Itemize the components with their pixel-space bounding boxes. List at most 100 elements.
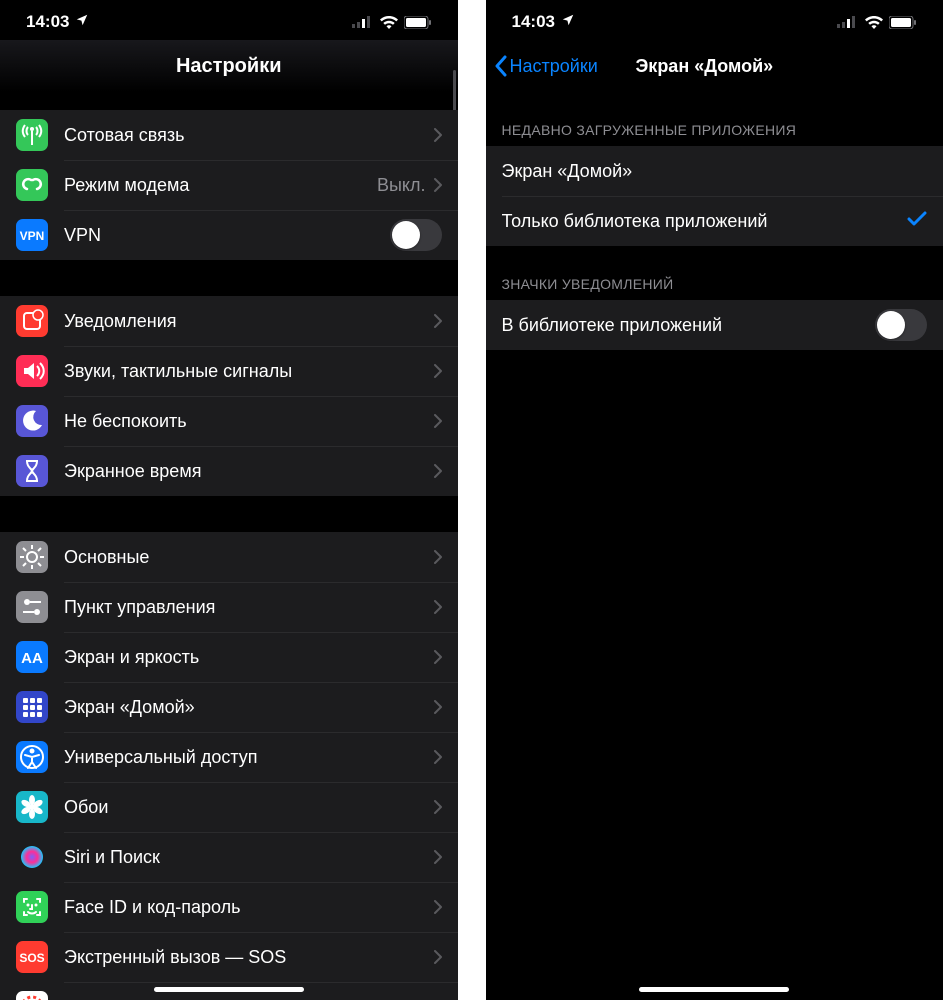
- phone-homescreen-settings: 14:03 Настройки Экран «Домой» НЕДАВНО ЗА…: [486, 0, 943, 1000]
- phone-settings: 14:03 Настройки Сотовая связь: [0, 0, 458, 1000]
- hourglass-icon: [16, 455, 48, 487]
- svg-text:AA: AA: [21, 650, 43, 667]
- chevron-right-icon: [434, 900, 442, 914]
- row-label: Экранное время: [64, 461, 434, 482]
- status-time: 14:03: [26, 12, 69, 32]
- wifi-icon: [380, 16, 398, 29]
- status-bar: 14:03: [486, 0, 943, 40]
- row-detail: Выкл.: [377, 175, 426, 196]
- chevron-right-icon: [434, 850, 442, 864]
- row-label: Обои: [64, 797, 434, 818]
- settings-row-controlcenter[interactable]: Пункт управления: [0, 582, 458, 632]
- home-indicator[interactable]: [639, 987, 789, 992]
- settings-row-display[interactable]: AA Экран и яркость: [0, 632, 458, 682]
- back-label: Настройки: [510, 56, 598, 77]
- svg-text:SOS: SOS: [19, 951, 44, 965]
- row-label: Face ID и код-пароль: [64, 897, 434, 918]
- section-header: ЗНАЧКИ УВЕДОМЛЕНИЙ: [486, 246, 943, 300]
- section-header: НЕДАВНО ЗАГРУЖЕННЫЕ ПРИЛОЖЕНИЯ: [486, 92, 943, 146]
- aa-icon: AA: [16, 641, 48, 673]
- chevron-right-icon: [434, 600, 442, 614]
- back-button[interactable]: Настройки: [494, 55, 598, 77]
- status-bar: 14:03: [0, 0, 458, 40]
- settings-row-wallpaper[interactable]: Обои: [0, 782, 458, 832]
- settings-row-homescreen[interactable]: Экран «Домой»: [0, 682, 458, 732]
- toggle-switch[interactable]: [390, 219, 442, 251]
- wifi-icon: [865, 16, 883, 29]
- settings-row-siri[interactable]: Siri и Поиск: [0, 832, 458, 882]
- row-label: Режим модема: [64, 175, 377, 196]
- nav-bar: Настройки: [0, 40, 458, 92]
- row-label: Звуки, тактильные сигналы: [64, 361, 434, 382]
- chevron-right-icon: [434, 550, 442, 564]
- moon-icon: [16, 405, 48, 437]
- sos-icon: SOS: [16, 941, 48, 973]
- row-label: Siri и Поиск: [64, 847, 434, 868]
- status-time: 14:03: [512, 12, 555, 32]
- chevron-right-icon: [434, 128, 442, 142]
- siri-icon: [16, 841, 48, 873]
- row-label: Экран и яркость: [64, 647, 434, 668]
- row-label: В библиотеке приложений: [502, 315, 876, 336]
- settings-row-cellular[interactable]: Сотовая связь: [0, 110, 458, 160]
- checkmark-icon: [907, 211, 927, 232]
- row-label: Только библиотека приложений: [502, 211, 908, 232]
- signal-icon: [352, 16, 374, 28]
- chevron-right-icon: [434, 314, 442, 328]
- chevron-right-icon: [434, 800, 442, 814]
- svg-text:VPN: VPN: [20, 229, 45, 243]
- option-row-opt-library[interactable]: Только библиотека приложений: [486, 196, 943, 246]
- chevron-right-icon: [434, 178, 442, 192]
- flower-icon: [16, 791, 48, 823]
- vpn-icon: VPN: [16, 219, 48, 251]
- location-icon: [75, 12, 89, 32]
- chevron-right-icon: [434, 700, 442, 714]
- row-label: Не беспокоить: [64, 411, 434, 432]
- settings-row-screentime[interactable]: Экранное время: [0, 446, 458, 496]
- nav-bar: Настройки Экран «Домой»: [486, 40, 943, 92]
- chevron-right-icon: [434, 750, 442, 764]
- option-row-opt-home[interactable]: Экран «Домой»: [486, 146, 943, 196]
- row-label: Уведомления о контакте: [64, 997, 434, 1000]
- row-label: Сотовая связь: [64, 125, 434, 146]
- settings-row-vpn[interactable]: VPN VPN: [0, 210, 458, 260]
- chevron-right-icon: [434, 414, 442, 428]
- settings-row-notifications[interactable]: Уведомления: [0, 296, 458, 346]
- row-label: VPN: [64, 225, 390, 246]
- switches-icon: [16, 591, 48, 623]
- settings-row-faceid[interactable]: Face ID и код-пароль: [0, 882, 458, 932]
- chevron-right-icon: [434, 464, 442, 478]
- settings-row-hotspot[interactable]: Режим модема Выкл.: [0, 160, 458, 210]
- speaker-icon: [16, 355, 48, 387]
- page-title: Настройки: [176, 55, 282, 78]
- row-label: Экстренный вызов — SOS: [64, 947, 434, 968]
- grid-icon: [16, 691, 48, 723]
- accessibility-icon: [16, 741, 48, 773]
- settings-row-general[interactable]: Основные: [0, 532, 458, 582]
- option-row-badges-library[interactable]: В библиотеке приложений: [486, 300, 943, 350]
- settings-list[interactable]: Сотовая связь Режим модема Выкл. VPN VPN…: [0, 92, 458, 1000]
- chevron-right-icon: [434, 364, 442, 378]
- row-label: Основные: [64, 547, 434, 568]
- link-icon: [16, 169, 48, 201]
- chevron-right-icon: [434, 950, 442, 964]
- notification-icon: [16, 305, 48, 337]
- faceid-icon: [16, 891, 48, 923]
- battery-icon: [404, 16, 432, 29]
- toggle-switch[interactable]: [875, 309, 927, 341]
- page-title: Экран «Домой»: [636, 56, 774, 77]
- battery-icon: [889, 16, 917, 29]
- home-indicator[interactable]: [154, 987, 304, 992]
- settings-row-sounds[interactable]: Звуки, тактильные сигналы: [0, 346, 458, 396]
- settings-row-sos[interactable]: SOS Экстренный вызов — SOS: [0, 932, 458, 982]
- settings-row-accessibility[interactable]: Универсальный доступ: [0, 732, 458, 782]
- chevron-right-icon: [434, 650, 442, 664]
- gear-icon: [16, 541, 48, 573]
- row-label: Пункт управления: [64, 597, 434, 618]
- location-icon: [561, 12, 575, 32]
- settings-row-dnd[interactable]: Не беспокоить: [0, 396, 458, 446]
- row-label: Универсальный доступ: [64, 747, 434, 768]
- homescreen-options: НЕДАВНО ЗАГРУЖЕННЫЕ ПРИЛОЖЕНИЯ Экран «До…: [486, 92, 943, 350]
- row-label: Экран «Домой»: [502, 161, 928, 182]
- exposure-icon: [16, 991, 48, 1000]
